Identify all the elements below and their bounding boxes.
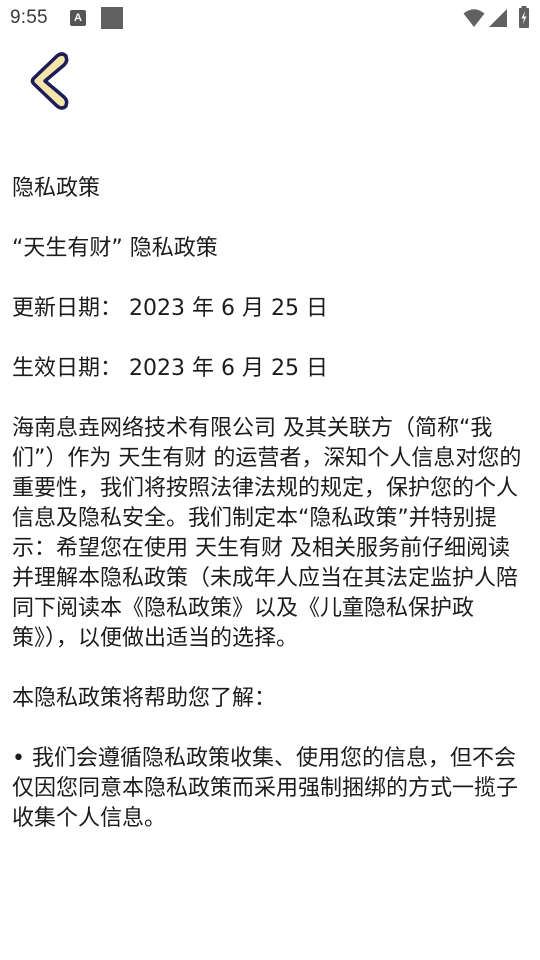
status-time: 9:55 bbox=[10, 7, 48, 28]
square-notification-icon bbox=[101, 7, 123, 29]
chevron-left-icon bbox=[30, 52, 69, 110]
policy-intro-paragraph: 海南息垚网络技术有限公司 及其关联方（简称“我们”）作为 天生有财 的运营者，深… bbox=[12, 416, 522, 651]
policy-effective-date: 生效日期： 2023 年 6 月 25 日 bbox=[12, 356, 328, 381]
policy-help-heading: 本隐私政策将帮助您了解： bbox=[12, 686, 277, 711]
policy-content: 隐私政策 “天生有财” 隐私政策 更新日期： 2023 年 6 月 25 日 生… bbox=[12, 174, 528, 864]
status-bar: 9:55 A bbox=[0, 0, 540, 36]
battery-charging-icon bbox=[519, 6, 529, 28]
signal-icon bbox=[489, 9, 507, 27]
back-button[interactable] bbox=[26, 50, 82, 112]
policy-title: “天生有财” 隐私政策 bbox=[12, 236, 218, 261]
policy-bullet-item: • 我们会遵循隐私政策收集、使用您的信息，但不会仅因您同意本隐私政策而采用强制捆… bbox=[12, 746, 519, 831]
policy-updated-date: 更新日期： 2023 年 6 月 25 日 bbox=[12, 296, 328, 321]
a-notification-icon: A bbox=[70, 10, 86, 26]
policy-heading: 隐私政策 bbox=[12, 176, 101, 201]
wifi-icon bbox=[463, 9, 485, 27]
